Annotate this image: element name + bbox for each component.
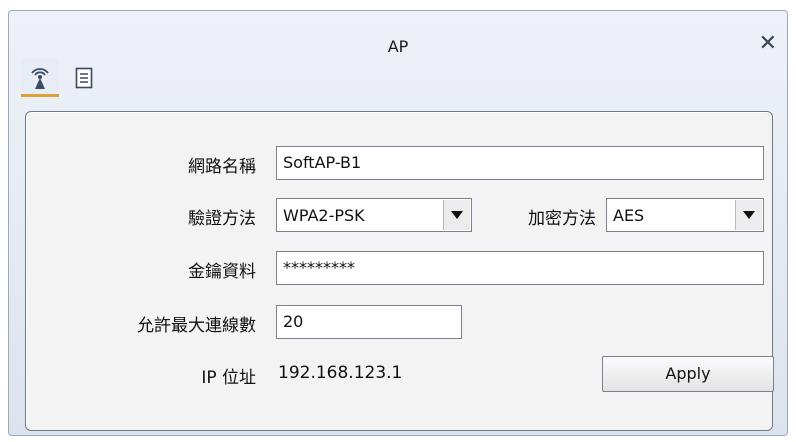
window-title: AP	[387, 37, 409, 56]
apply-button[interactable]: Apply	[602, 356, 774, 392]
tab-info[interactable]	[65, 59, 103, 97]
antenna-icon	[31, 67, 49, 89]
max-connections-label: 允許最大連線數	[137, 316, 256, 336]
max-connections-input[interactable]: 20	[276, 305, 462, 339]
ap-settings-window: AP ✕ 網路名稱 SoftAP-B1 驗證方法 WPA2-PSK 加密方法 A…	[8, 10, 788, 436]
close-icon[interactable]: ✕	[759, 33, 777, 55]
document-icon	[75, 67, 93, 89]
ssid-input[interactable]: SoftAP-B1	[276, 146, 764, 180]
enc-select-value: AES	[613, 205, 645, 225]
ip-value: 192.168.123.1	[278, 363, 403, 383]
chevron-down-icon[interactable]	[735, 200, 762, 230]
enc-select[interactable]: AES	[606, 198, 764, 232]
tab-bar	[21, 59, 103, 99]
enc-label: 加密方法	[528, 209, 596, 229]
settings-panel: 網路名稱 SoftAP-B1 驗證方法 WPA2-PSK 加密方法 AES 金鑰…	[25, 111, 774, 431]
ip-label: IP 位址	[201, 368, 256, 388]
tab-ap[interactable]	[21, 59, 59, 97]
key-input[interactable]: *********	[276, 251, 764, 285]
auth-label: 驗證方法	[188, 209, 256, 229]
key-label: 金鑰資料	[188, 262, 256, 282]
ssid-label: 網路名稱	[188, 157, 256, 177]
